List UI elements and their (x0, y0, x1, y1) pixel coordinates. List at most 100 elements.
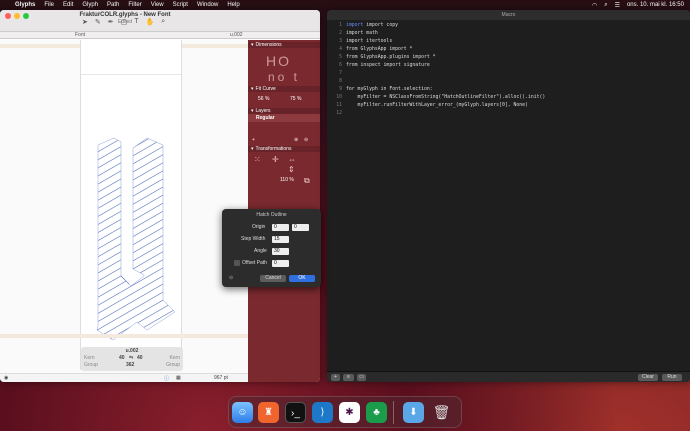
fit-value-2[interactable]: 75 % (290, 96, 301, 102)
remove-layer-icon[interactable]: ⊖ (304, 137, 308, 143)
run-button[interactable]: Run (662, 374, 682, 381)
fit-value-1[interactable]: 56 % (258, 96, 269, 102)
line-number: 11 (336, 103, 342, 108)
layers-controls: + ⊕ ⊖ (248, 122, 320, 146)
glyph-edit-window: FrakturCOLR.glyphs - New Font Edited ➤ ✎… (0, 10, 320, 382)
clock[interactable]: ons. 10. mai kl. 16:50 (627, 2, 684, 8)
clear-button[interactable]: Clear (638, 374, 658, 381)
edit-canvas[interactable]: u.002 Kern 40 ⇆ 40 Kern Group 362 Group … (0, 40, 248, 382)
offset-path-input[interactable]: 0 (272, 260, 289, 267)
origin-x-input[interactable]: 0 (272, 224, 289, 231)
title-bar: FrakturCOLR.glyphs - New Font Edited ➤ ✎… (0, 10, 320, 32)
dock: ☺ ♜ ›_ ⟩ ✱ ♣ ⬇ 🗑 (228, 396, 462, 428)
cancel-button[interactable]: Cancel (260, 275, 286, 282)
mirror-horizontal-icon[interactable]: ⇔ (288, 155, 296, 164)
hatch-outline-dialog: Hatch Outline Origin 0 0 Step Width 15 A… (222, 209, 321, 287)
mirror-vertical-icon[interactable]: ⇕ (288, 165, 295, 174)
add-tab-button[interactable]: + (331, 374, 340, 381)
kern-left-label: Kern (84, 355, 95, 361)
brave-icon[interactable]: ♜ (258, 402, 279, 423)
grid-icon[interactable]: ▦ (176, 375, 181, 381)
menu-filter[interactable]: Filter (128, 2, 141, 8)
line-number: 4 (339, 47, 342, 52)
glyph-info-box: u.002 Kern 40 ⇆ 40 Kern Group 362 Group (81, 347, 183, 371)
info-icon[interactable]: ⓘ (164, 375, 169, 382)
menu-script[interactable]: Script (173, 2, 188, 8)
trash-icon[interactable]: 🗑 (431, 402, 452, 423)
downloads-folder-icon[interactable]: ⬇ (403, 402, 424, 423)
draw-tool-icon[interactable]: ✎ (95, 18, 101, 26)
select-tool-icon[interactable]: ➤ (82, 18, 88, 26)
app-menu[interactable]: Glyphs (15, 2, 35, 8)
layer-regular[interactable]: Regular (248, 114, 320, 122)
preview-eye-icon[interactable]: ◉ (4, 375, 8, 381)
scale-value[interactable]: 110 % (280, 177, 294, 183)
macro-title: Macro (501, 12, 516, 18)
macro-title-bar: Macro (327, 10, 690, 20)
glyph-name[interactable]: u.002 (81, 348, 183, 354)
pen-tool-icon[interactable]: ✒ (108, 18, 114, 26)
dimensions-ho-icon: HO (266, 53, 291, 69)
left-sidebearing[interactable]: 40 (119, 355, 125, 361)
text-tool-icon[interactable]: T (134, 18, 138, 26)
evernote-icon[interactable]: ♣ (366, 402, 387, 423)
offset-path-checkbox[interactable] (234, 260, 240, 266)
angle-label: Angle (254, 248, 267, 254)
code-line: from inspect import signature (346, 63, 430, 68)
origin-y-input[interactable]: 0 (292, 224, 309, 231)
primitives-tool-icon[interactable]: ▢ (121, 18, 128, 26)
add-layer-icon[interactable]: + (252, 137, 255, 143)
search-icon[interactable]: ⌕ (604, 2, 607, 9)
console-toggle-icon[interactable]: ▭ (357, 374, 366, 381)
menu-edit[interactable]: Edit (63, 2, 73, 8)
glyph-width[interactable]: 362 (126, 362, 134, 368)
line-number: 3 (339, 39, 342, 44)
line-number: 1 (339, 23, 342, 28)
menu-help[interactable]: Help (227, 2, 239, 8)
menu-view[interactable]: View (151, 2, 164, 8)
step-width-input[interactable]: 15 (272, 236, 289, 243)
ok-button[interactable]: OK (289, 275, 315, 282)
copy-layer-icon[interactable]: ⊕ (294, 137, 298, 143)
transform-target-icon[interactable]: ✛ (272, 155, 279, 164)
hatched-glyph-outline[interactable] (81, 40, 183, 350)
menu-glyph[interactable]: Glyph (82, 2, 98, 8)
transformations-section: ⁙ ✛ ⇔ ⇕ 110 % ⧉ (248, 152, 320, 192)
menu-bar: Glyphs File Edit Glyph Path Filter View … (0, 0, 690, 10)
terminal-icon[interactable]: ›_ (285, 402, 306, 423)
zoom-value[interactable]: 967 pt (214, 375, 228, 381)
slack-icon[interactable]: ✱ (339, 402, 360, 423)
wifi-icon[interactable]: ◠ (592, 2, 597, 9)
angle-input[interactable]: 30 (272, 248, 289, 255)
macro-window: Macro 1 import import copy 2 import math… (327, 10, 690, 382)
code-line: from GlyphsApp import * (346, 47, 413, 52)
vscode-icon[interactable]: ⟩ (312, 402, 333, 423)
lines-toggle-icon[interactable]: ≡ (343, 374, 354, 381)
zoom-tool-icon[interactable]: ⌕ (161, 18, 165, 26)
metric-band-bottom (0, 334, 248, 338)
line-number: 10 (336, 95, 342, 100)
macro-bottom-bar: + ≡ ▭ Clear Run (327, 371, 690, 382)
help-icon[interactable]: ⊝ (229, 275, 233, 281)
code-line: myFilter.runFilterWithLayer_error_(myGly… (346, 103, 528, 108)
tab-font[interactable]: Font (75, 32, 85, 38)
fit-curve-section: 56 % 75 % (248, 92, 320, 108)
link-icon[interactable]: ⇆ (129, 355, 133, 361)
offset-path-label: Offset Path (242, 260, 267, 266)
scale-icon[interactable]: ⧉ (304, 176, 310, 186)
menu-file[interactable]: File (44, 2, 54, 8)
code-line: myFilter = NSClassFromString("HatchOutli… (346, 95, 546, 100)
control-center-icon[interactable]: ☰ (615, 2, 620, 9)
group-right-label: Group (166, 362, 180, 368)
step-width-label: Step Width (241, 236, 266, 242)
origin-grid-icon[interactable]: ⁙ (254, 155, 261, 164)
code-line: import itertools (346, 39, 393, 44)
finder-icon[interactable]: ☺ (232, 402, 253, 423)
line-number: 2 (339, 31, 342, 36)
menu-window[interactable]: Window (197, 2, 218, 8)
code-line: import math (346, 31, 378, 36)
menu-path[interactable]: Path (107, 2, 119, 8)
tab-glyph[interactable]: u.002 (230, 32, 243, 38)
hand-tool-icon[interactable]: ✋ (146, 18, 155, 26)
right-sidebearing[interactable]: 40 (137, 355, 143, 361)
